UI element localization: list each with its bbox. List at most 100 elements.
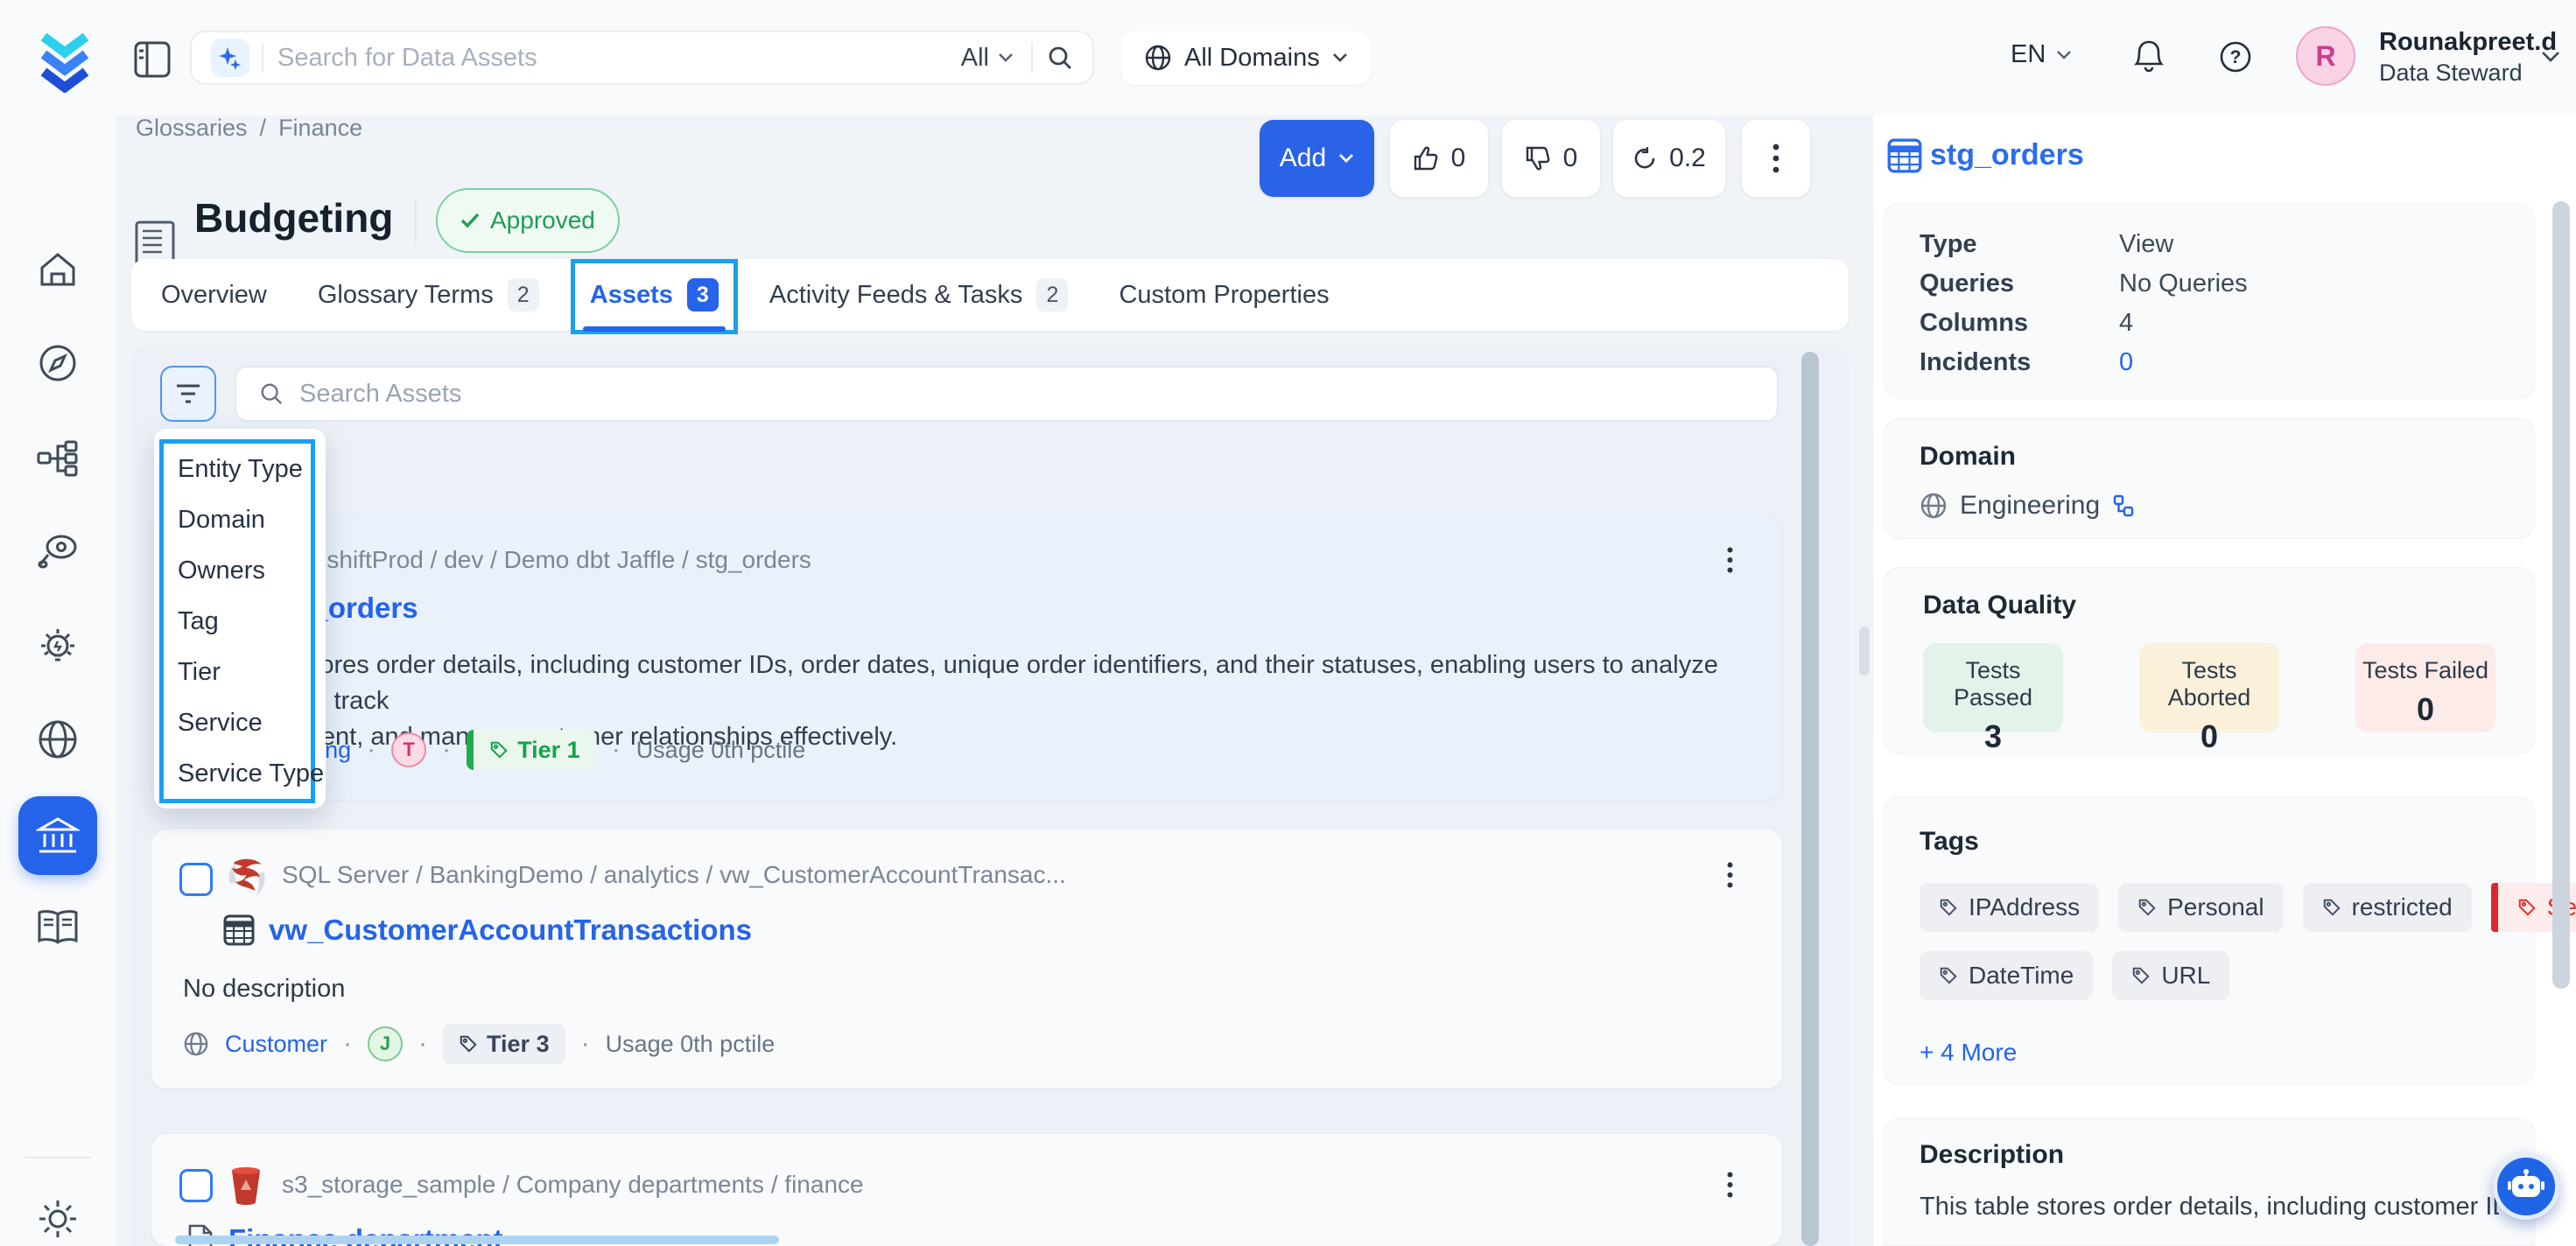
menu-item-tag[interactable]: Tag xyxy=(164,596,311,647)
language-select[interactable]: EN xyxy=(2011,40,2072,69)
details-data-quality-card: Data Quality Tests Passed 3 Tests Aborte… xyxy=(1884,567,2535,754)
asset-checkbox[interactable] xyxy=(179,863,213,896)
domain-header: Domain xyxy=(1920,442,2534,472)
lineage-icon[interactable] xyxy=(37,440,79,477)
left-sidebar xyxy=(0,116,116,1246)
breadcrumb: Glossaries / Finance xyxy=(136,115,362,142)
asset-card-vw-customeraccounttransactions[interactable]: SQL Server / BankingDemo / analytics / v… xyxy=(151,830,1782,1088)
asset-more-icon[interactable] xyxy=(1712,1166,1747,1204)
menu-item-owners[interactable]: Owners xyxy=(164,545,311,596)
asset-more-icon[interactable] xyxy=(1712,541,1747,579)
owner-avatar[interactable]: J xyxy=(368,1026,403,1061)
breadcrumb-root[interactable]: Glossaries xyxy=(136,115,248,142)
asset-card-finance-department[interactable]: s3_storage_sample / Company departments … xyxy=(151,1134,1782,1246)
tag-restricted[interactable]: restricted xyxy=(2303,883,2472,932)
menu-item-entity-type[interactable]: Entity Type xyxy=(164,444,311,494)
status-badge[interactable]: Approved xyxy=(436,188,620,253)
tier-badge[interactable]: Tier 1 xyxy=(467,730,596,770)
tag-icon xyxy=(459,1034,478,1054)
filter-button[interactable] xyxy=(160,366,216,422)
asset-path: SQL Server / BankingDemo / analytics / v… xyxy=(282,861,1066,889)
domain-value[interactable]: Engineering xyxy=(1960,491,2100,521)
owner-avatar[interactable]: T xyxy=(391,732,426,767)
asset-description: No description xyxy=(183,975,345,1004)
globe-icon xyxy=(1920,492,1948,520)
app-logo[interactable] xyxy=(32,23,98,93)
top-bar: Search for Data Assets All All Domains E… xyxy=(0,0,2576,116)
queries-label: Queries xyxy=(1920,270,2119,298)
menu-item-tier[interactable]: Tier xyxy=(164,647,311,697)
insights-bulb-icon[interactable] xyxy=(36,626,80,668)
check-icon xyxy=(460,213,480,228)
user-avatar[interactable]: R xyxy=(2296,26,2355,86)
data-quality-header: Data Quality xyxy=(1923,591,2495,620)
details-asset-title[interactable]: stg_orders xyxy=(1930,138,2084,172)
globe-icon xyxy=(1144,44,1172,72)
all-domains-button[interactable]: All Domains xyxy=(1121,31,1371,85)
home-icon[interactable] xyxy=(38,250,78,289)
settings-gear-icon[interactable] xyxy=(37,1198,79,1240)
asset-card-stg-orders[interactable]: RedshiftProd / dev / Demo dbt Jaffle / s… xyxy=(151,514,1782,800)
asset-more-icon[interactable] xyxy=(1712,856,1747,894)
type-label: Type xyxy=(1920,230,2119,259)
global-search[interactable]: Search for Data Assets All xyxy=(190,31,1094,85)
details-scrollbar[interactable] xyxy=(2552,201,2570,989)
upvote-button[interactable]: 0 xyxy=(1390,120,1488,197)
search-icon[interactable] xyxy=(1047,45,1073,71)
asset-meta-row: Customer J Tier 3 Usage 0th pctile xyxy=(183,1024,775,1064)
governance-bank-icon[interactable] xyxy=(36,816,80,856)
tab-custom-properties[interactable]: Custom Properties xyxy=(1119,281,1329,310)
score-button[interactable]: 0.2 xyxy=(1613,120,1725,197)
tab-assets[interactable]: Assets3 xyxy=(590,278,719,312)
tag-url[interactable]: URL xyxy=(2112,951,2229,1000)
asset-search-input[interactable]: Search Assets xyxy=(235,366,1779,422)
asset-name-link[interactable]: vw_CustomerAccountTransactions xyxy=(269,914,752,947)
asset-path: RedshiftProd / dev / Demo dbt Jaffle / s… xyxy=(282,546,811,574)
discover-eye-icon[interactable] xyxy=(37,531,79,570)
more-tags-link[interactable]: + 4 More xyxy=(1920,1039,2534,1067)
asset-checkbox[interactable] xyxy=(179,1169,213,1202)
horizontal-scrollbar[interactable] xyxy=(175,1236,779,1244)
search-placeholder: Search for Data Assets xyxy=(277,44,961,73)
menu-item-domain[interactable]: Domain xyxy=(164,494,311,545)
sidebar-toggle-icon[interactable] xyxy=(133,40,172,79)
search-scope-select[interactable]: All xyxy=(961,44,1014,73)
tag-personal[interactable]: Personal xyxy=(2118,883,2284,932)
menu-item-service-type[interactable]: Service Type xyxy=(164,748,311,799)
table-icon xyxy=(1887,138,1922,173)
search-icon xyxy=(259,382,284,406)
help-icon[interactable]: ? xyxy=(2219,40,2252,74)
incidents-value-link[interactable]: 0 xyxy=(2119,348,2133,377)
more-actions-button[interactable] xyxy=(1742,120,1810,197)
tab-overview[interactable]: Overview xyxy=(161,281,267,310)
active-tab-underline xyxy=(583,326,726,332)
add-button[interactable]: Add xyxy=(1260,120,1374,197)
menu-item-service[interactable]: Service xyxy=(164,697,311,748)
glossary-book-icon[interactable] xyxy=(36,909,80,944)
downvote-button[interactable]: 0 xyxy=(1502,120,1600,197)
tag-datetime[interactable]: DateTime xyxy=(1920,951,2093,1000)
chatbot-button[interactable] xyxy=(2493,1153,2559,1220)
usage-text: Usage 0th pctile xyxy=(636,737,806,764)
robot-icon xyxy=(2507,1169,2545,1204)
tier-badge[interactable]: Tier 3 xyxy=(443,1024,565,1064)
domains-globe-icon[interactable] xyxy=(37,718,79,760)
asset-domain-link[interactable]: Customer xyxy=(225,1031,327,1058)
tab-glossary-terms[interactable]: Glossary Terms2 xyxy=(318,278,539,312)
tag-ipaddress[interactable]: IPAddress xyxy=(1920,883,2099,932)
hierarchy-link-icon[interactable] xyxy=(2112,494,2135,517)
asset-title-row[interactable]: vw_CustomerAccountTransactions xyxy=(223,914,752,947)
breadcrumb-current[interactable]: Finance xyxy=(278,115,362,142)
notifications-bell-icon[interactable] xyxy=(2133,38,2165,74)
assets-scrollbar[interactable] xyxy=(1801,352,1819,1246)
columns-label: Columns xyxy=(1920,309,2119,338)
divider xyxy=(1031,43,1033,73)
panel-resize-handle[interactable] xyxy=(1859,626,1870,676)
user-menu-chevron-icon[interactable] xyxy=(2541,51,2560,63)
user-name: Rounakpreet.d xyxy=(2379,28,2557,57)
asset-path: s3_storage_sample / Company departments … xyxy=(282,1171,864,1199)
compass-icon[interactable] xyxy=(38,343,78,383)
ai-sparkles-icon[interactable] xyxy=(211,38,249,77)
tab-activity-feeds[interactable]: Activity Feeds & Tasks2 xyxy=(769,278,1069,312)
user-info[interactable]: Rounakpreet.d Data Steward xyxy=(2379,28,2557,87)
